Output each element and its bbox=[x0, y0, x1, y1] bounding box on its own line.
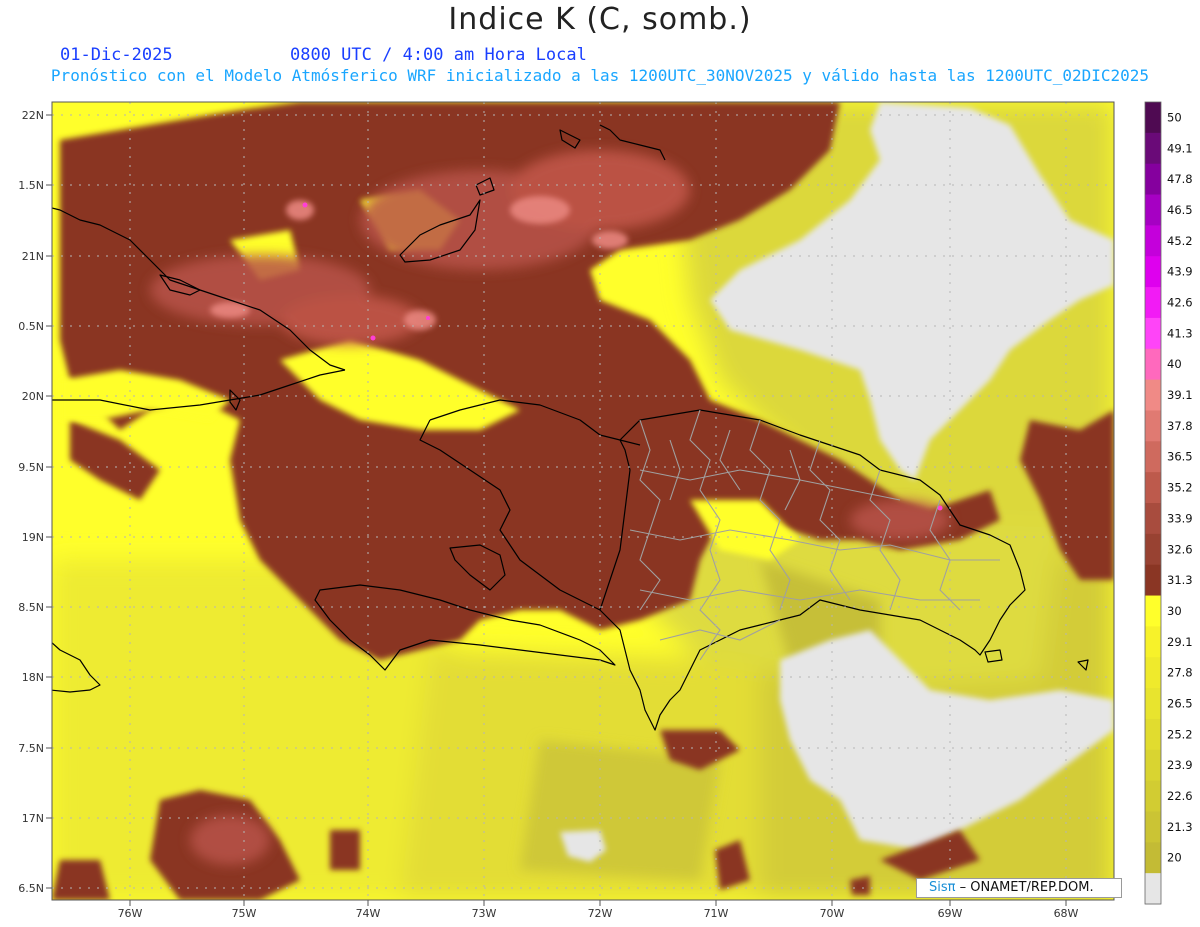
legend-swatch bbox=[1145, 348, 1161, 381]
longitude-labels: 76W 75W 74W 73W 72W 71W 70W 69W 68W bbox=[118, 907, 1079, 920]
lat-label: 1.5N bbox=[18, 179, 44, 192]
lat-label: 22N bbox=[22, 109, 44, 122]
legend-swatch bbox=[1145, 317, 1161, 350]
credit-box: Sisπ – ONAMET/REP.DOM. bbox=[916, 878, 1122, 898]
latitude-labels: 22N 1.5N 21N 0.5N 20N 9.5N 19N 8.5N 18N … bbox=[18, 109, 44, 895]
credit-brand: Sisπ bbox=[929, 880, 956, 895]
lat-label: 20N bbox=[22, 390, 44, 403]
legend-swatch bbox=[1145, 503, 1161, 535]
lat-label: 21N bbox=[22, 250, 44, 263]
legend-swatch bbox=[1145, 194, 1161, 226]
legend-label: 20 bbox=[1167, 851, 1182, 865]
lat-label: 7.5N bbox=[18, 742, 44, 755]
legend-label: 31.3 bbox=[1167, 573, 1193, 587]
lat-label: 19N bbox=[22, 531, 44, 544]
legend-swatch bbox=[1145, 595, 1161, 627]
legend-swatch bbox=[1145, 811, 1161, 843]
legend-label: 33.9 bbox=[1167, 511, 1193, 525]
legend-swatch bbox=[1145, 688, 1161, 720]
lat-label: 9.5N bbox=[18, 461, 44, 474]
legend-label: 23.9 bbox=[1167, 758, 1193, 772]
lon-label: 68W bbox=[1054, 907, 1079, 920]
legend-label: 47.8 bbox=[1167, 172, 1193, 186]
legend-swatch bbox=[1145, 472, 1161, 504]
legend-label: 41.3 bbox=[1167, 326, 1193, 340]
legend-label: 36.5 bbox=[1167, 450, 1193, 464]
legend-swatch bbox=[1145, 287, 1161, 319]
legend-swatch bbox=[1145, 749, 1161, 782]
legend-label: 25.2 bbox=[1167, 727, 1193, 741]
legend-swatch bbox=[1145, 564, 1161, 597]
legend-label: 26.5 bbox=[1167, 697, 1193, 711]
legend-swatch bbox=[1145, 225, 1161, 257]
legend-swatch bbox=[1145, 657, 1161, 689]
legend-label: 50 bbox=[1167, 110, 1182, 124]
legend-swatch bbox=[1145, 163, 1161, 196]
legend-swatch bbox=[1145, 533, 1161, 566]
legend-swatch bbox=[1145, 626, 1161, 658]
legend-label: 39.1 bbox=[1167, 388, 1193, 402]
lon-label: 70W bbox=[820, 907, 845, 920]
legend-swatch bbox=[1145, 379, 1161, 412]
legend-label: 43.9 bbox=[1167, 265, 1193, 279]
legend-label: 49.1 bbox=[1167, 141, 1193, 155]
lat-label: 17N bbox=[22, 812, 44, 825]
legend-swatch bbox=[1145, 102, 1161, 134]
legend-label: 29.1 bbox=[1167, 635, 1193, 649]
lon-label: 71W bbox=[704, 907, 729, 920]
lon-label: 75W bbox=[232, 907, 257, 920]
legend-label: 22.6 bbox=[1167, 789, 1193, 803]
color-legend: 50 49.1 47.8 46.5 45.2 43.9 42.6 41.3 40 39.1 37.8… bbox=[1144, 101, 1193, 905]
legend-swatch bbox=[1145, 718, 1161, 751]
lat-label: 8.5N bbox=[18, 601, 44, 614]
legend-swatch bbox=[1145, 441, 1161, 473]
lon-label: 72W bbox=[588, 907, 613, 920]
legend-swatch bbox=[1145, 842, 1161, 874]
legend-label: 42.6 bbox=[1167, 296, 1193, 310]
legend-label: 37.8 bbox=[1167, 419, 1193, 433]
lat-label: 18N bbox=[22, 671, 44, 684]
lon-label: 76W bbox=[118, 907, 143, 920]
lon-label: 69W bbox=[938, 907, 963, 920]
legend-label: 46.5 bbox=[1167, 203, 1193, 217]
legend-swatch bbox=[1145, 132, 1161, 165]
legend-label: 21.3 bbox=[1167, 820, 1193, 834]
k-index-field bbox=[52, 102, 1114, 900]
credit-org: – ONAMET/REP.DOM. bbox=[955, 880, 1094, 895]
legend-label: 45.2 bbox=[1167, 234, 1193, 248]
legend-swatch bbox=[1145, 256, 1161, 288]
map-figure: 22N 1.5N 21N 0.5N 20N 9.5N 19N 8.5N 18N … bbox=[18, 101, 1193, 920]
legend-swatch bbox=[1145, 780, 1161, 813]
legend-swatch bbox=[1145, 410, 1161, 442]
lon-label: 74W bbox=[356, 907, 381, 920]
legend-label: 35.2 bbox=[1167, 481, 1193, 495]
lon-label: 73W bbox=[472, 907, 497, 920]
lat-label: 0.5N bbox=[18, 320, 44, 333]
legend-label: 32.6 bbox=[1167, 542, 1193, 556]
legend-label: 40 bbox=[1167, 357, 1182, 371]
legend-label: 30 bbox=[1167, 604, 1182, 618]
lat-label: 6.5N bbox=[18, 882, 44, 895]
legend-label: 27.8 bbox=[1167, 666, 1193, 680]
legend-swatch bbox=[1145, 873, 1161, 905]
